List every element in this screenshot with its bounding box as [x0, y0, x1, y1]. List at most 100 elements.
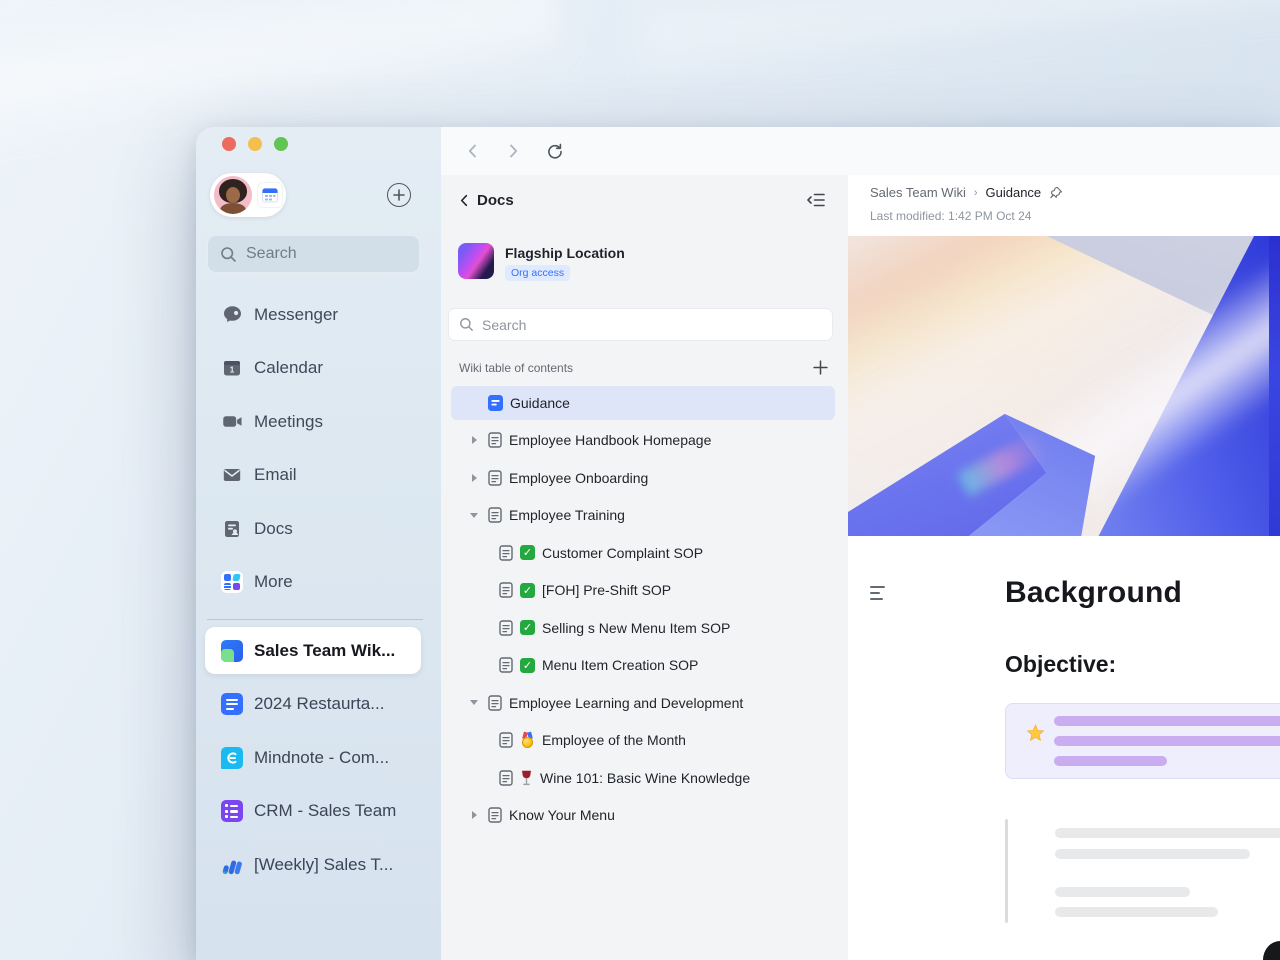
back-button[interactable]: [465, 143, 481, 159]
docs-icon: [221, 518, 243, 540]
mindnote-app-icon: [221, 747, 243, 769]
placeholder-text-bar: [1055, 849, 1250, 859]
sidebar-item-messenger[interactable]: Messenger: [196, 288, 441, 342]
toc-header: Wiki table of contents: [459, 360, 828, 375]
sidebar-item-email[interactable]: Email: [196, 449, 441, 503]
pin-icon[interactable]: [1049, 186, 1063, 200]
pinned-item-5[interactable]: [Weekly] Sales T...: [196, 838, 441, 892]
pinned-item-label: [Weekly] Sales T...: [254, 855, 393, 875]
org-access-badge: Org access: [505, 265, 570, 281]
document-body: Background Objective:: [848, 536, 1280, 960]
toc-item[interactable]: Employee Training: [451, 497, 835, 535]
docs-side-panel: Docs Flagship Location Org access: [441, 175, 848, 960]
callout-block[interactable]: [1005, 703, 1280, 779]
doc-outline-icon: [499, 582, 513, 598]
triangle-down-icon[interactable]: [467, 696, 481, 710]
profile-switcher[interactable]: [210, 173, 286, 217]
toc-item[interactable]: Employee of the Month: [451, 722, 835, 760]
wiki-search-input[interactable]: Search: [449, 309, 832, 340]
toc-item-label: Guidance: [510, 395, 570, 411]
doc-outline-icon: [488, 470, 502, 486]
user-avatar[interactable]: [214, 176, 252, 214]
toc-item[interactable]: Employee Onboarding: [451, 459, 835, 497]
sidebar-divider: [207, 619, 423, 620]
toc-item-label: Wine 101: Basic Wine Knowledge: [540, 770, 750, 786]
more-apps-icon: [221, 571, 243, 593]
sidebar-item-calendar[interactable]: 1Calendar: [196, 342, 441, 396]
sidebar-search-input[interactable]: Search: [207, 235, 420, 273]
pinned-item-4[interactable]: CRM - Sales Team: [196, 785, 441, 839]
messenger-icon: [221, 304, 243, 326]
document-outline-icon[interactable]: [870, 586, 886, 604]
search-icon: [220, 246, 237, 263]
doc-outline-icon: [488, 807, 502, 823]
app-window: Search Messenger1CalendarMeetings Email Do…: [196, 127, 1280, 960]
app-sidebar: Search Messenger1CalendarMeetings Email Do…: [196, 127, 441, 960]
triangle-right-icon[interactable]: [467, 808, 481, 822]
background-light-streak: [637, 0, 1280, 80]
meetings-icon: [221, 411, 243, 433]
document-heading: Background: [1005, 576, 1182, 610]
calendar-app-badge-icon[interactable]: [257, 182, 283, 208]
placeholder-text-bar: [1055, 828, 1280, 838]
wiki-space-header[interactable]: Flagship Location Org access: [458, 243, 625, 281]
toc-item[interactable]: ✓Customer Complaint SOP: [451, 534, 835, 572]
pinned-item-2[interactable]: 2024 Restaurta...: [196, 678, 441, 732]
docs-panel-title: Docs: [477, 192, 514, 209]
refresh-button[interactable]: [545, 142, 564, 161]
add-page-icon[interactable]: [813, 360, 828, 375]
pinned-item-label: CRM - Sales Team: [254, 801, 396, 821]
zoom-window-button[interactable]: [274, 137, 288, 151]
toc-item[interactable]: Know Your Menu: [451, 797, 835, 835]
breadcrumb-parent[interactable]: Sales Team Wiki: [870, 185, 966, 200]
toc-item[interactable]: Employee Handbook Homepage: [451, 422, 835, 460]
doc-filled-icon: [488, 395, 503, 411]
avatar-face: [226, 187, 240, 203]
triangle-right-icon[interactable]: [467, 471, 481, 485]
check-mark-emoji-icon: ✓: [520, 583, 535, 598]
document-subheading: Objective:: [1005, 651, 1116, 678]
quote-vertical-rule: [1005, 819, 1008, 923]
close-window-button[interactable]: [222, 137, 236, 151]
minimize-window-button[interactable]: [248, 137, 262, 151]
avatar-body: [220, 203, 246, 214]
sidebar-item-label: Docs: [254, 519, 293, 539]
check-mark-emoji-icon: ✓: [520, 545, 535, 560]
toc-item-label: Employee Learning and Development: [509, 695, 743, 711]
toc-item[interactable]: Employee Learning and Development: [451, 684, 835, 722]
check-mark-emoji-icon: ✓: [520, 658, 535, 673]
forward-button[interactable]: [505, 143, 521, 159]
pinned-item-3[interactable]: Mindnote - Com...: [196, 731, 441, 785]
sidebar-item-more[interactable]: More: [196, 556, 441, 610]
sidebar-pinned-list: Sales Team Wik...2024 Restaurta...Mindno…: [196, 624, 441, 892]
toc-title: Wiki table of contents: [459, 361, 573, 375]
triangle-down-icon[interactable]: [467, 508, 481, 522]
last-modified-text: Last modified: 1:42 PM Oct 24: [870, 209, 1031, 223]
wine-glass-emoji-icon: [520, 770, 533, 786]
quote-block: [1005, 819, 1280, 923]
email-icon: [221, 464, 243, 486]
chevron-left-icon: [458, 194, 471, 207]
breadcrumb-current: Guidance: [986, 185, 1042, 200]
toc-item[interactable]: Wine 101: Basic Wine Knowledge: [451, 759, 835, 797]
back-to-docs-button[interactable]: Docs: [458, 192, 514, 209]
toc-item[interactable]: ✓Selling s New Menu Item SOP: [451, 609, 835, 647]
sidebar-nav-list: Messenger1CalendarMeetings Email Docs More: [196, 288, 441, 609]
collapse-panel-icon[interactable]: [806, 191, 826, 209]
pinned-item-1[interactable]: Sales Team Wik...: [205, 627, 421, 674]
sidebar-item-docs[interactable]: Docs: [196, 502, 441, 556]
document-cover-image: [848, 236, 1280, 536]
window-controls: [222, 137, 288, 151]
triangle-right-icon[interactable]: [467, 433, 481, 447]
doc-outline-icon: [499, 732, 513, 748]
sidebar-item-meetings[interactable]: Meetings: [196, 395, 441, 449]
docs-panel-header: Docs: [458, 191, 826, 209]
sidebar-item-label: More: [254, 572, 293, 592]
sidebar-item-label: Email: [254, 465, 297, 485]
toc-item[interactable]: ✓Menu Item Creation SOP: [451, 647, 835, 685]
toc-item[interactable]: Guidance: [451, 386, 835, 420]
doc-outline-icon: [499, 620, 513, 636]
toc-item[interactable]: ✓[FOH] Pre-Shift SOP: [451, 572, 835, 610]
breadcrumb: Sales Team Wiki › Guidance: [870, 185, 1063, 200]
add-account-button[interactable]: [387, 183, 411, 207]
